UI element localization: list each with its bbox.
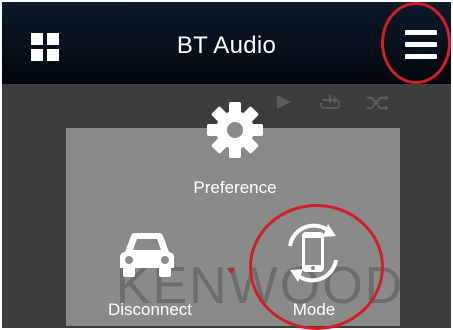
shuffle-icon[interactable] (366, 94, 390, 112)
gear-icon (207, 102, 263, 158)
repeat-one-icon[interactable] (318, 94, 342, 112)
mode-button[interactable]: Mode (244, 212, 384, 326)
preference-button[interactable]: Preference (160, 96, 310, 201)
logo-accent-mark (227, 268, 235, 274)
phone-rotate-icon (288, 223, 338, 283)
top-bar: BT Audio (2, 2, 451, 84)
preference-label: Preference (193, 178, 277, 197)
hamburger-menu-icon[interactable] (404, 28, 438, 62)
car-icon (120, 232, 174, 277)
disconnect-button[interactable]: Disconnect (90, 222, 210, 326)
page-title: BT Audio (176, 32, 277, 59)
mode-label: Mode (292, 300, 336, 319)
disconnect-label: Disconnect (107, 300, 193, 319)
